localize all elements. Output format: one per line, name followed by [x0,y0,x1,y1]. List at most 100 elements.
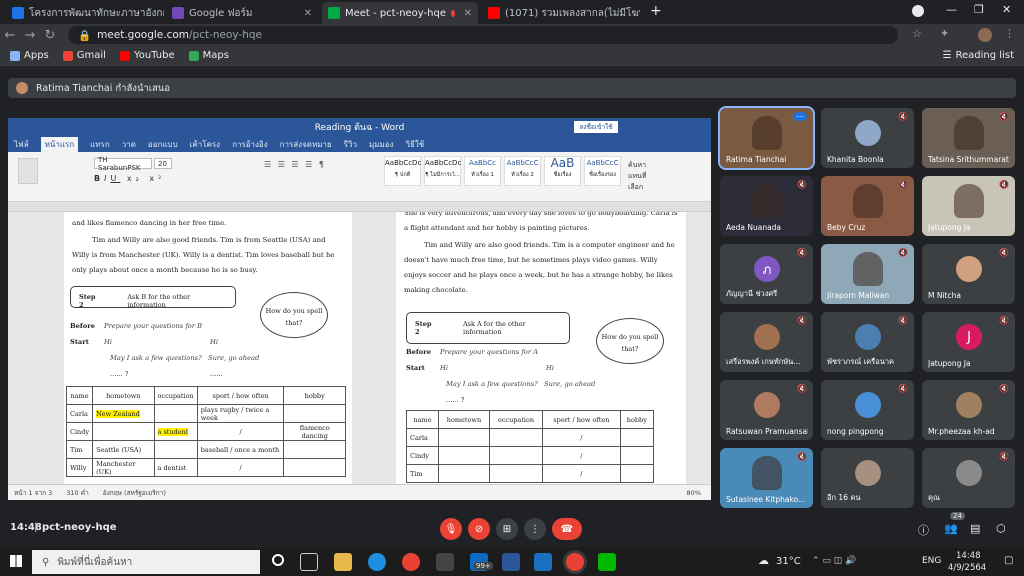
close-icon[interactable]: ✕ [464,8,472,19]
tray-icons[interactable]: ⌃ ▭ ◫ 🔊 [812,556,856,566]
ribbon-tab[interactable]: การส่งจดหมาย [280,138,332,151]
bookmark-gmail[interactable]: Gmail [62,50,106,61]
participant-tile[interactable]: 🔇 Sutasinee Kitphako... [720,448,813,508]
style-option[interactable]: AaBbCcDc ¶ ปกติ [384,156,421,186]
participant-tile[interactable]: 🔇 เสรีอรพงค์ เกษทักษัน... [720,312,813,372]
table-cell[interactable]: Tim [405,464,440,483]
ribbon-tab[interactable]: หน้าแรก [40,136,79,152]
table-cell[interactable]: Willy [65,458,94,477]
participant-tile[interactable]: 🔇 Tatsina Srithummarat [922,108,1015,168]
participant-tile[interactable]: ภ 🔇 ภัญญานี ช่วงศรี [720,244,813,304]
table-cell[interactable] [488,428,544,447]
table-cell[interactable]: / [196,458,285,477]
participant-tile[interactable]: 🔇 Aeda Nuanada [720,176,813,236]
participant-tile[interactable]: 🔇 Ratsuwan Pramuansab [720,380,813,440]
table-cell[interactable] [619,428,655,447]
signin-button[interactable]: ลงชื่อเข้าใช้ [574,121,618,133]
edge-icon[interactable] [368,553,386,571]
style-option[interactable]: AaBbCcC ชื่อเรื่องรอง [584,156,621,186]
url-field[interactable]: 🔒 meet.google.com/pct-neoy-hqe [68,26,898,44]
profile-avatar[interactable] [978,28,992,42]
line-icon[interactable] [598,553,616,571]
paragraph-buttons[interactable]: ☰ ☰ ☰ ☰ ¶ [264,160,374,184]
mic-off-button[interactable]: 🎙 [440,518,462,540]
tab-search-icon[interactable] [912,5,924,17]
table-cell[interactable]: / [196,422,285,441]
bookmark-maps[interactable]: Maps [188,50,229,61]
camera-off-button[interactable]: ⊘ [468,518,490,540]
table-cell[interactable]: Cindy [405,446,440,465]
ribbon-tab[interactable]: รีวิว [344,138,357,151]
font-name-select[interactable]: TH SarabunPSK [94,156,152,172]
participant-tile[interactable]: 🔇 คุณ [922,448,1015,508]
extensions-icon[interactable]: ✦ [940,27,949,40]
participant-tile[interactable]: 🔇 M Nitcha [922,244,1015,304]
table-cell[interactable]: flamenco dancing [283,422,346,441]
clock-time[interactable]: 14:48 [956,551,981,561]
zoom-level[interactable]: 80% [687,489,701,497]
table-cell[interactable]: Seattle (USA) [92,440,155,459]
browser-tab[interactable]: โครงการพัฒนาทักษะภาษาอังกฤษเพื่อ✕ [6,2,164,24]
table-cell[interactable]: / [542,446,621,465]
document-page-2[interactable]: She is very adventurous, and every day s… [396,212,686,484]
table-cell[interactable] [619,446,655,465]
ribbon-tab[interactable]: ออกแบบ [148,138,178,151]
table-cell[interactable] [283,458,346,477]
menu-icon[interactable]: ⋮ [1004,27,1015,40]
chrome-active-icon[interactable] [566,553,584,571]
table-cell[interactable]: Carla [405,428,440,447]
back-icon[interactable]: ← [0,28,20,43]
browser-tab-active[interactable]: Meet - pct-neoy-hqe ✕ [322,2,478,24]
table-cell[interactable] [619,464,655,483]
table-cell[interactable]: plays rugby / twice a week [196,404,285,423]
ribbon-tab[interactable]: การอ้างอิง [232,138,268,151]
minimize-icon[interactable]: — [946,3,957,16]
close-icon[interactable]: ✕ [304,8,312,19]
participant-tile[interactable]: 🔇 nong pingpong [821,380,914,440]
windows-start-icon[interactable] [10,555,22,567]
language-indicator[interactable]: ENG [922,556,941,566]
participant-tile[interactable]: J 🔇 Jatupong Ja [922,312,1015,372]
table-cell[interactable] [283,440,346,459]
word-icon[interactable] [502,553,520,571]
table-cell[interactable] [153,404,198,423]
ribbon-tab[interactable]: วิธีใช้ [405,138,424,151]
activities-icon[interactable]: ⬡ [996,522,1006,535]
style-option[interactable]: AaBbCcC หัวเรื่อง 2 [504,156,541,186]
taskbar-search-input[interactable]: ⚲ พิมพ์ที่นี่เพื่อค้นหา [32,550,260,574]
document-page-1[interactable]: and likes flamenco dancing in her free t… [64,212,352,484]
participant-tile[interactable]: อีก 16 คน [821,448,914,508]
table-cell[interactable]: a student [153,422,198,441]
table-cell[interactable]: Carla [65,404,94,423]
participant-tile[interactable]: 🔇 พัชราภรณ์ เครือนาค [821,312,914,372]
participant-tile[interactable]: 🔇 Beby Cruz [821,176,914,236]
people-icon[interactable]: 👥 [944,522,958,535]
browser-tab[interactable]: (1071) รวมเพลงสากล(ไม่มีโฆษณา) ม✕ [482,2,640,24]
paste-icon[interactable] [18,158,38,184]
weather-temp[interactable]: 31°C [776,556,801,567]
close-window-icon[interactable]: ✕ [1002,3,1011,16]
info-table[interactable]: name hometown occupation sport / how often h… [405,410,655,483]
app-icon[interactable] [436,553,454,571]
browser-tab[interactable]: Google ฟอร์ม ✕ [166,2,318,24]
participant-tile[interactable]: ⋯ Ratima Tianchai [718,106,815,170]
new-tab-icon[interactable]: + [650,3,662,19]
table-cell[interactable] [438,446,490,465]
bookmark-youtube[interactable]: YouTube [119,50,175,61]
participant-tile[interactable]: 🔇 Jiraporn Maliwan [821,244,914,304]
maximize-icon[interactable]: ❐ [974,3,984,16]
table-cell[interactable] [438,428,490,447]
more-options-icon[interactable]: ⋯ [793,112,807,121]
leave-call-button[interactable]: ☎ [552,518,582,540]
notifications-icon[interactable]: ▢ [1004,555,1013,566]
forward-icon[interactable]: → [20,28,40,43]
task-view-icon[interactable] [300,553,318,571]
table-cell[interactable] [283,404,346,423]
info-table[interactable]: name hometown occupation sport / how often h… [65,386,346,477]
style-option[interactable]: AaB ชื่อเรื่อง [544,156,581,186]
clock-date[interactable]: 4/9/2564 [948,563,986,573]
table-cell[interactable]: Manchester (UK) [92,458,155,477]
format-buttons[interactable]: BIU x₂ x² [94,174,165,183]
ribbon-tab[interactable]: แทรก [90,138,110,151]
bookmark-star-icon[interactable]: ☆ [912,27,922,40]
